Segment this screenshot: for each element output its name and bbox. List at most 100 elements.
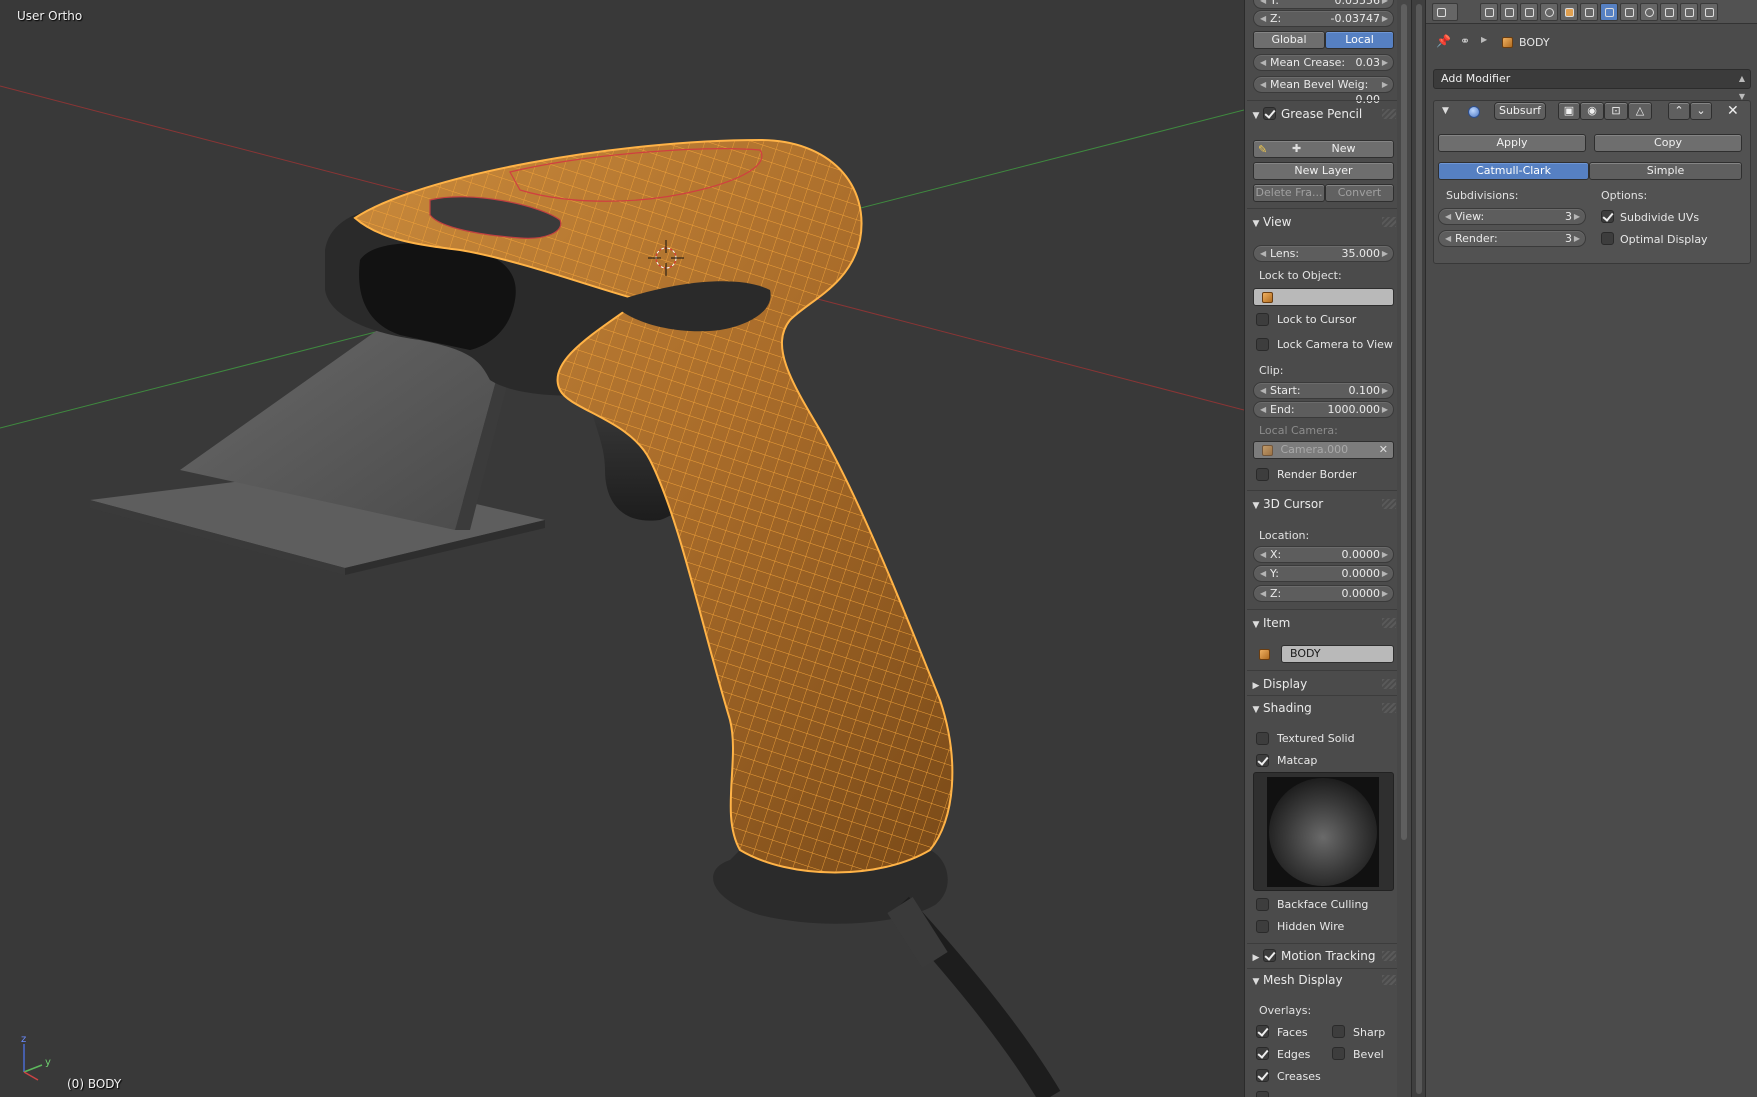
creases-label: Creases [1277, 1070, 1321, 1083]
data-tab-icon[interactable] [1620, 3, 1638, 21]
grease-pencil-header[interactable]: ▼ Grease Pencil [1249, 103, 1396, 125]
clear-icon[interactable]: ✕ [1379, 442, 1388, 458]
local-toggle[interactable]: Local [1325, 31, 1394, 49]
drag-handle-icon[interactable] [1382, 109, 1396, 119]
lock-to-object-label: Lock to Object: [1259, 269, 1342, 282]
bevel-checkbox[interactable] [1332, 1047, 1345, 1060]
collapse-icon[interactable]: ▼ [1442, 106, 1449, 116]
apply-button[interactable]: Apply [1438, 134, 1586, 152]
optimal-display-checkbox[interactable] [1601, 232, 1614, 245]
mean-crease-field[interactable]: ◀ Mean Crease: 0.03 ▶ [1253, 54, 1394, 71]
subdivide-uvs-checkbox[interactable] [1601, 210, 1614, 223]
matcap-preview[interactable] [1253, 772, 1394, 891]
axis-y-label: y [45, 1057, 51, 1068]
hidden-wire-checkbox[interactable] [1256, 920, 1269, 933]
drag-handle-icon[interactable] [1382, 975, 1396, 985]
local-camera-label: Local Camera: [1259, 424, 1338, 437]
item-panel-header[interactable]: ▼ Item [1249, 612, 1396, 634]
show-in-editmode-icon[interactable]: ⊡ [1604, 102, 1628, 120]
simple-toggle[interactable]: Simple [1589, 162, 1742, 180]
scene-tab-icon[interactable] [1520, 3, 1538, 21]
3d-viewport[interactable]: z y User Ortho (0) BODY [0, 0, 1244, 1097]
delete-frame-button[interactable]: Delete Fra... [1253, 184, 1325, 202]
drag-handle-icon[interactable] [1382, 618, 1396, 628]
catmull-clark-toggle[interactable]: Catmull-Clark [1438, 162, 1589, 180]
drag-handle-icon[interactable] [1382, 951, 1396, 961]
mesh-display-panel-header[interactable]: ▼ Mesh Display [1249, 969, 1396, 991]
display-panel-header[interactable]: ▶ Display [1249, 673, 1396, 695]
subdiv-view-field[interactable]: ◀ View: 3 ▶ [1438, 208, 1586, 225]
textured-solid-checkbox[interactable] [1256, 732, 1269, 745]
shading-panel-header[interactable]: ▼ Shading [1249, 697, 1396, 719]
lock-camera-checkbox[interactable] [1256, 338, 1269, 351]
median-z-field[interactable]: ◀ Z: -0.03747 ▶ [1253, 10, 1394, 27]
seams-checkbox[interactable] [1256, 1091, 1269, 1097]
local-camera-field[interactable]: Camera.000 ✕ [1253, 441, 1394, 459]
render-layers-tab-icon[interactable] [1500, 3, 1518, 21]
grease-pencil-new-button[interactable]: ✎ ✚ New [1253, 140, 1394, 158]
material-tab-icon[interactable] [1640, 3, 1658, 21]
editor-type-icon[interactable] [1432, 3, 1458, 21]
view-panel-header[interactable]: ▼ View [1249, 211, 1396, 233]
render-tab-icon[interactable] [1480, 3, 1498, 21]
region-divider-scrollbar[interactable] [1411, 0, 1425, 1097]
cursor-x-field[interactable]: ◀ X: 0.0000 ▶ [1253, 546, 1394, 563]
drag-handle-icon[interactable] [1382, 217, 1396, 227]
motion-tracking-panel-header[interactable]: ▶ Motion Tracking [1249, 945, 1396, 967]
global-toggle[interactable]: Global [1253, 31, 1325, 49]
drag-handle-icon[interactable] [1382, 679, 1396, 689]
move-up-icon[interactable]: ⌃ [1668, 102, 1690, 120]
texture-tab-icon[interactable] [1660, 3, 1678, 21]
copy-button[interactable]: Copy [1594, 134, 1742, 152]
modifier-name-field[interactable]: Subsurf [1494, 102, 1546, 120]
modifiers-tab-icon[interactable] [1600, 3, 1618, 21]
object-name-field[interactable]: BODY [1281, 645, 1394, 663]
clip-end-field[interactable]: ◀ End: 1000.000 ▶ [1253, 401, 1394, 418]
add-modifier-dropdown[interactable]: Add Modifier ▲ ▼ [1433, 69, 1751, 101]
drag-handle-icon[interactable] [1382, 703, 1396, 713]
lock-to-cursor-label: Lock to Cursor [1277, 313, 1357, 326]
show-on-cage-icon[interactable]: △ [1628, 102, 1652, 120]
physics-tab-icon[interactable] [1700, 3, 1718, 21]
lock-to-cursor-checkbox[interactable] [1256, 313, 1269, 326]
backface-culling-checkbox[interactable] [1256, 898, 1269, 911]
npanel-scrollbar[interactable] [1397, 0, 1411, 1097]
clip-start-field[interactable]: ◀ Start: 0.100 ▶ [1253, 382, 1394, 399]
lock-object-field[interactable] [1253, 288, 1394, 306]
axis-z-label: z [21, 1034, 26, 1045]
constraints-tab-icon[interactable] [1580, 3, 1598, 21]
matcap-checkbox[interactable] [1256, 754, 1269, 767]
move-down-icon[interactable]: ⌄ [1690, 102, 1712, 120]
subdiv-render-field[interactable]: ◀ Render: 3 ▶ [1438, 230, 1586, 247]
collapse-icon: ▼ [1252, 620, 1260, 630]
show-in-viewport-icon[interactable]: ◉ [1580, 102, 1604, 120]
drag-handle-icon[interactable] [1382, 499, 1396, 509]
cursor-y-field[interactable]: ◀ Y: 0.0000 ▶ [1253, 565, 1394, 582]
context-breadcrumb: 📌 ⚭ ▶ BODY [1426, 30, 1757, 54]
close-icon[interactable]: ✕ [1727, 103, 1739, 119]
new-layer-button[interactable]: New Layer [1253, 162, 1394, 180]
edges-checkbox[interactable] [1256, 1047, 1269, 1060]
convert-button[interactable]: Convert [1325, 184, 1394, 202]
pin-icon[interactable]: 📌 [1436, 34, 1451, 48]
faces-checkbox[interactable] [1256, 1025, 1269, 1038]
creases-checkbox[interactable] [1256, 1069, 1269, 1082]
lens-field[interactable]: ◀ Lens: 35.000 ▶ [1253, 245, 1394, 262]
edges-label: Edges [1277, 1048, 1311, 1061]
grease-pencil-checkbox[interactable] [1263, 107, 1276, 120]
mean-bevel-field[interactable]: ◀ Mean Bevel Weig: 0.00 ▶ [1253, 76, 1394, 106]
show-in-render-icon[interactable]: ▣ [1558, 102, 1580, 120]
sharp-checkbox[interactable] [1332, 1025, 1345, 1038]
render-border-label: Render Border [1277, 468, 1357, 481]
view-name: User Ortho [17, 9, 83, 23]
motion-tracking-checkbox[interactable] [1263, 949, 1276, 962]
properties-editor: 📌 ⚭ ▶ BODY Add Modifier ▲ ▼ ▼ Subsurf ▣ ◉… [1425, 0, 1757, 1097]
median-y-field[interactable]: ◀ Y: 0.05556 ▶ [1253, 0, 1394, 9]
particles-tab-icon[interactable] [1680, 3, 1698, 21]
cursor-z-field[interactable]: ◀ Z: 0.0000 ▶ [1253, 585, 1394, 602]
object-icon [1259, 649, 1270, 660]
object-tab-icon[interactable] [1560, 3, 1578, 21]
render-border-checkbox[interactable] [1256, 468, 1269, 481]
world-tab-icon[interactable] [1540, 3, 1558, 21]
3d-cursor-panel-header[interactable]: ▼ 3D Cursor [1249, 493, 1396, 515]
